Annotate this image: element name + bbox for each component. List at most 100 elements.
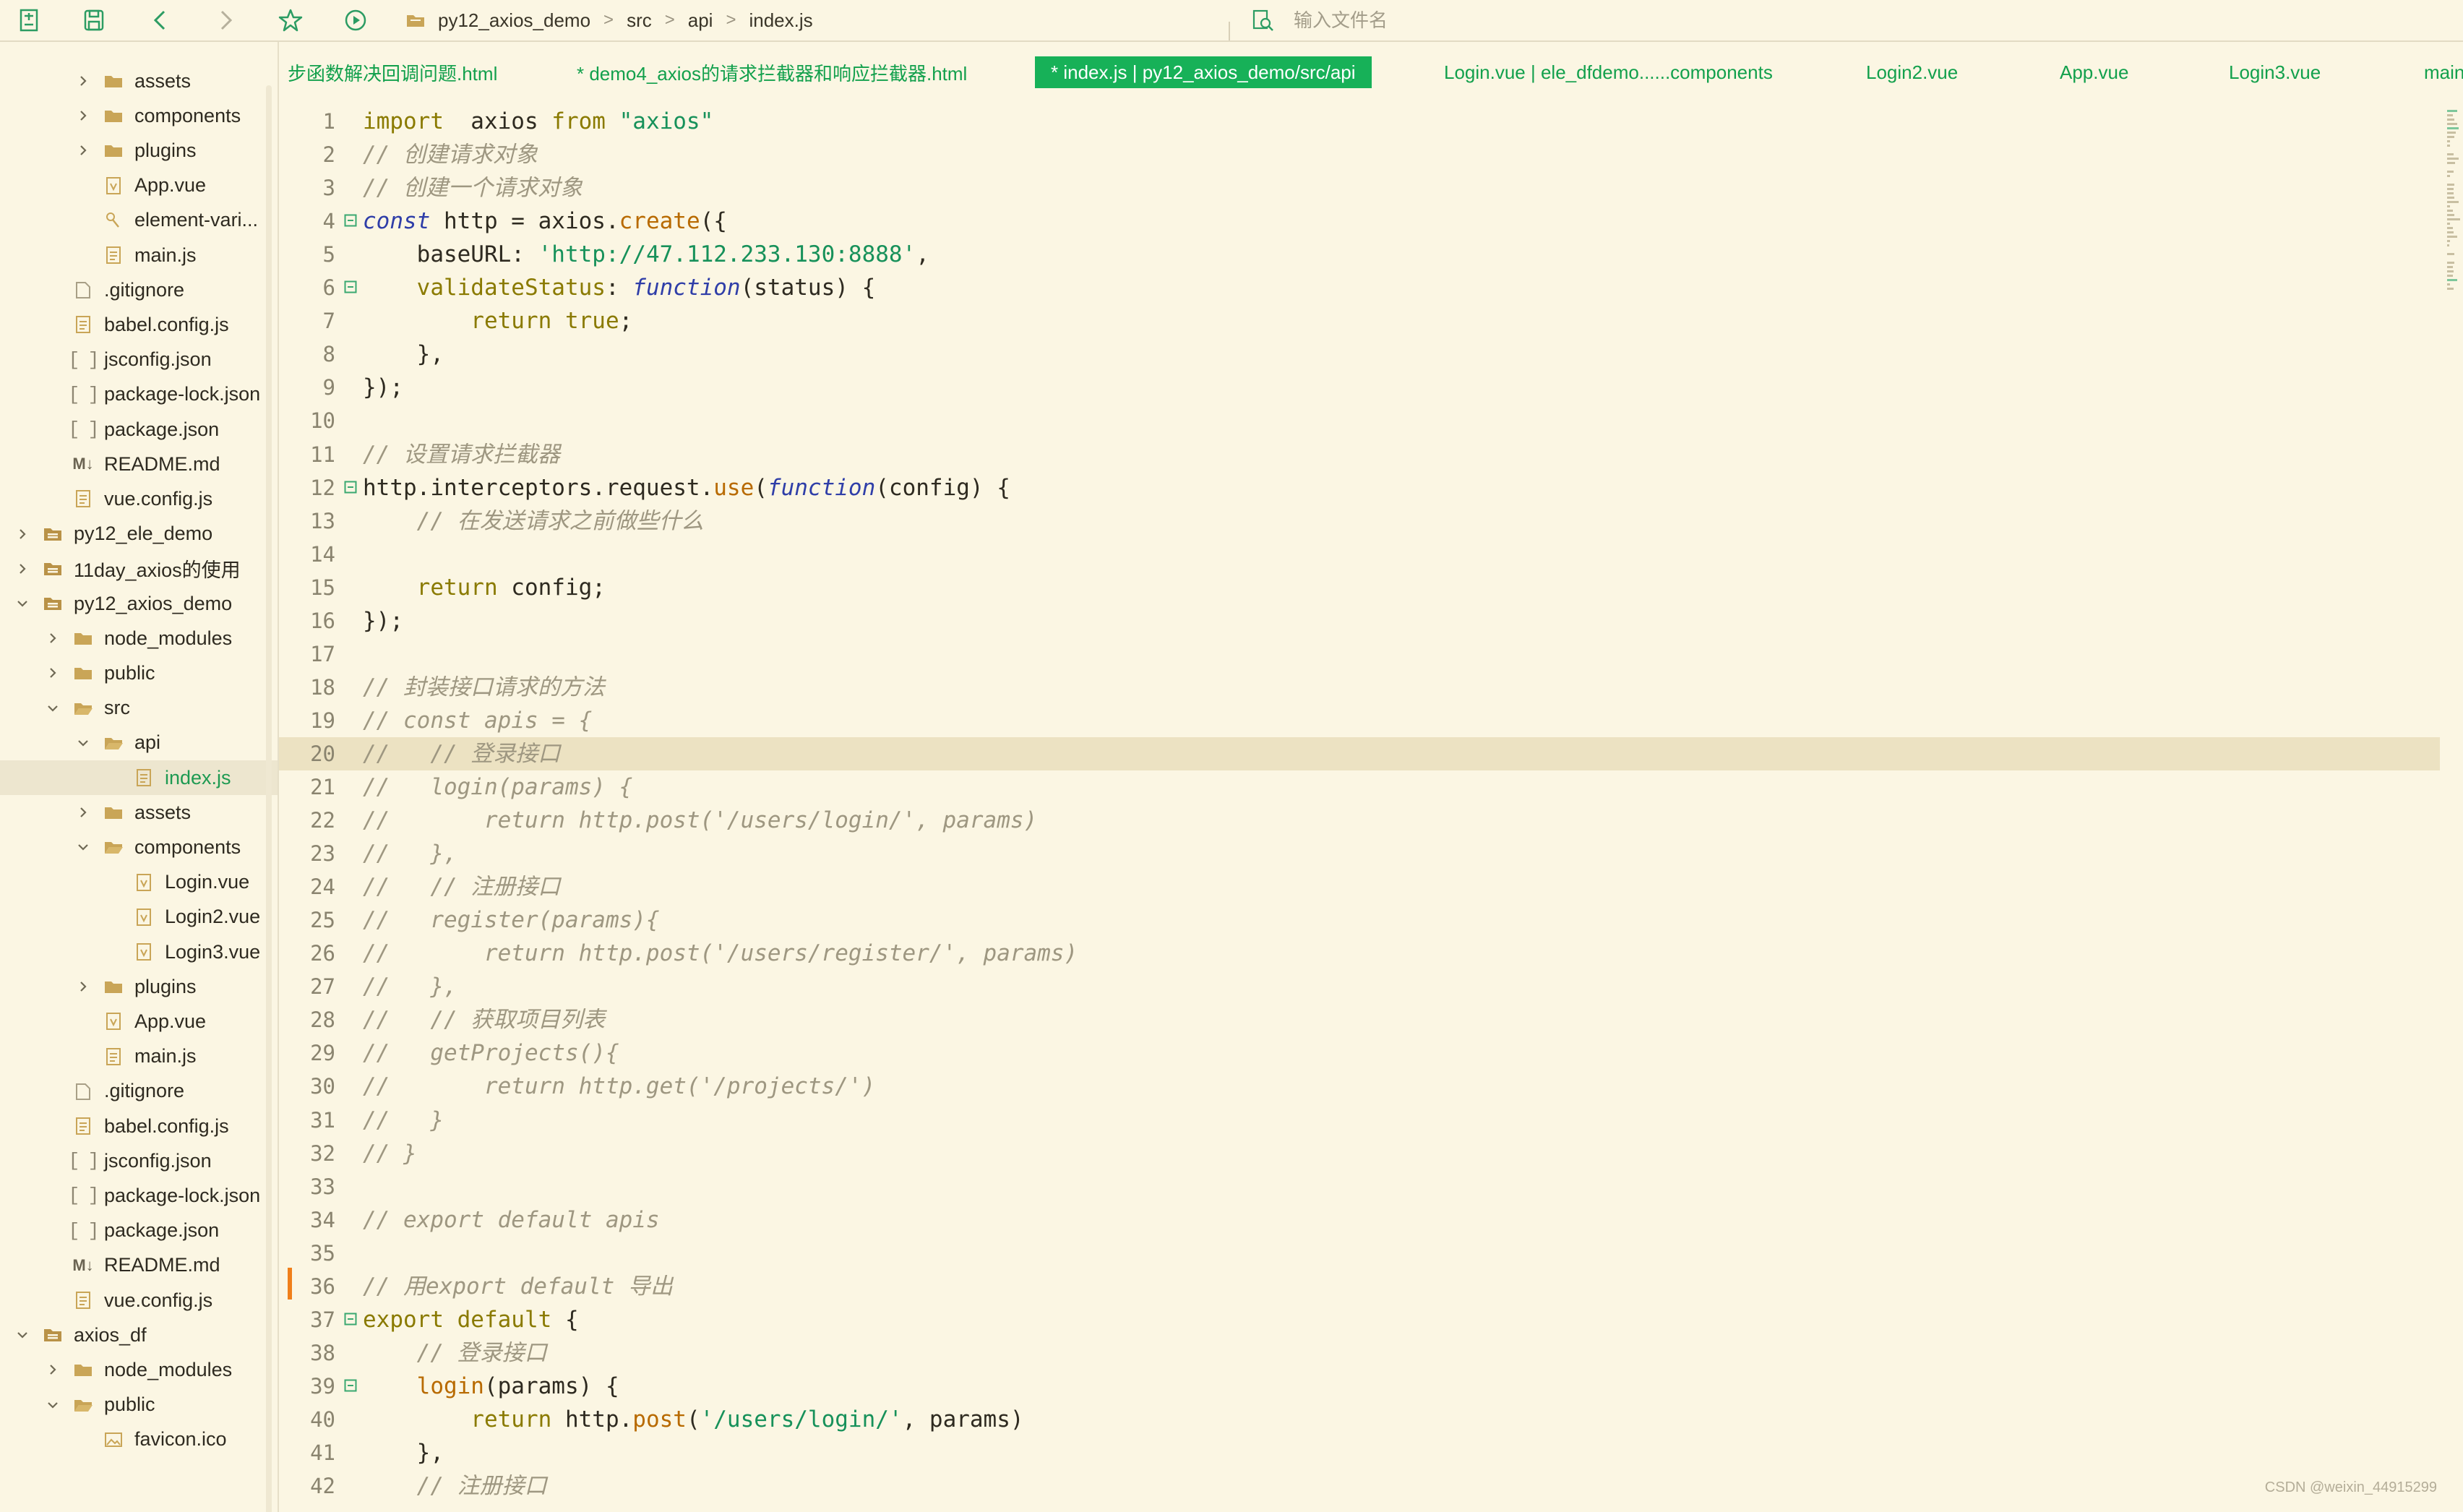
chevron-right-icon[interactable] [75,108,91,124]
tree-item[interactable]: favicon.ico [0,1422,278,1457]
tree-item[interactable]: components [0,830,278,864]
code-line[interactable]: 4 const http = axios.create({ [279,205,2440,238]
chevron-right-icon[interactable] [14,526,30,542]
tree-item[interactable]: src [0,691,278,726]
fold-toggle-icon[interactable] [344,1379,357,1392]
code-line[interactable]: 12 http.interceptors.request.use(function… [279,471,2440,504]
tab[interactable]: Login2.vue [1850,56,1974,88]
tab[interactable]: Login.vue | ele_dfdemo......components [1428,56,1789,88]
chevron-right-icon[interactable] [75,979,91,995]
code-line[interactable]: 23 // }, [279,837,2440,870]
tree-item[interactable]: public [0,656,278,690]
code-line[interactable]: 42 // 注册接口 [279,1469,2440,1503]
fold-toggle-icon[interactable] [344,481,357,494]
code-line[interactable]: 37 export default { [279,1303,2440,1336]
chevron-down-icon[interactable] [14,596,30,611]
code-line[interactable]: 27 // }, [279,970,2440,1003]
code-line[interactable]: 9}); [279,371,2440,404]
tree-item[interactable]: node_modules [0,621,278,656]
code-line[interactable]: 29 // getProjects(){ [279,1036,2440,1070]
chevron-right-icon[interactable] [45,1362,61,1378]
tab[interactable]: 步函数解决回调问题.html [279,56,513,88]
code-line[interactable]: 13 // 在发送请求之前做些什么 [279,504,2440,538]
tree-item[interactable]: components [0,98,278,133]
tree-item[interactable]: [ ] jsconfig.json [0,1143,278,1178]
code-line[interactable]: 8 }, [279,338,2440,371]
tree-item[interactable]: index.js [0,760,278,795]
code-line[interactable]: 18 // 封装接口请求的方法 [279,671,2440,704]
sidebar-scrollbar[interactable] [266,85,272,1512]
tree-item[interactable]: App.vue [0,168,278,203]
chevron-right-icon[interactable] [14,561,30,577]
code-line[interactable]: 39 login(params) { [279,1370,2440,1403]
tree-item[interactable]: [ ] package-lock.json [0,1178,278,1213]
chevron-right-icon[interactable] [75,73,91,89]
code-line[interactable]: 3 // 创建一个请求对象 [279,171,2440,205]
tree-item[interactable]: Login.vue [0,865,278,900]
breadcrumb-item[interactable]: api [688,9,713,32]
tab[interactable]: main [2408,56,2463,88]
tree-item[interactable]: 11day_axios的使用 [0,551,278,586]
tree-item[interactable]: .gitignore [0,272,278,307]
code-line[interactable]: 14 [279,538,2440,571]
forward-icon[interactable] [211,6,240,35]
code-line[interactable]: 19 // const apis = { [279,704,2440,737]
tree-item[interactable]: [ ] package.json [0,412,278,447]
new-file-icon[interactable] [14,6,43,35]
code-line[interactable]: 6 validateStatus: function(status) { [279,271,2440,304]
code-line[interactable]: 1 import axios from "axios" [279,105,2440,138]
chevron-down-icon[interactable] [45,700,61,716]
code-line[interactable]: 24 // // 注册接口 [279,870,2440,903]
tree-item[interactable]: plugins [0,969,278,1004]
run-icon[interactable] [341,6,370,35]
tree-item[interactable]: vue.config.js [0,1283,278,1318]
tree-item[interactable]: App.vue [0,1004,278,1039]
code-line[interactable]: 21 // login(params) { [279,770,2440,804]
tab[interactable]: App.vue [2044,56,2144,88]
code-line[interactable]: 30 // return http.get('/projects/') [279,1070,2440,1103]
tree-item[interactable]: Login2.vue [0,900,278,935]
minimap[interactable] [2443,103,2463,1512]
tab[interactable]: Login3.vue [2213,56,2337,88]
tree-item[interactable]: element-vari... [0,203,278,238]
tree-item[interactable]: assets [0,64,278,98]
tree-item[interactable]: babel.config.js [0,307,278,342]
tree-item[interactable]: public [0,1388,278,1422]
fold-toggle-icon[interactable] [344,1313,357,1326]
code-line[interactable]: 38 // 登录接口 [279,1336,2440,1370]
tree-item[interactable]: .gitignore [0,1074,278,1109]
tree-item[interactable]: py12_ele_demo [0,517,278,551]
tree-item[interactable]: [ ] package-lock.json [0,377,278,412]
code-line[interactable]: 25 // register(params){ [279,903,2440,937]
tree-item[interactable]: main.js [0,238,278,272]
code-line[interactable]: 31 // } [279,1104,2440,1137]
tree-item[interactable]: axios_df [0,1318,278,1352]
code-line[interactable]: 41 }, [279,1436,2440,1469]
chevron-right-icon[interactable] [45,665,61,681]
code-line[interactable]: 17 [279,637,2440,671]
tree-item[interactable]: [ ] package.json [0,1214,278,1248]
code-line[interactable]: 15 return config; [279,571,2440,604]
fold-toggle-icon[interactable] [344,280,357,293]
tab-active[interactable]: * index.js | py12_axios_demo/src/api [1035,56,1372,88]
code-line[interactable]: 2 // 创建请求对象 [279,138,2440,171]
tree-item[interactable]: py12_axios_demo [0,586,278,621]
tab[interactable]: * demo4_axios的请求拦截器和响应拦截器.html [561,56,983,88]
breadcrumb-item[interactable]: py12_axios_demo [438,9,590,32]
tree-item[interactable]: vue.config.js [0,481,278,516]
tree-item[interactable]: [ ] jsconfig.json [0,343,278,377]
code-line[interactable]: 35 [279,1237,2440,1270]
fold-toggle-icon[interactable] [344,214,357,227]
code-line[interactable]: 26 // return http.post('/users/register/'… [279,937,2440,970]
back-icon[interactable] [146,6,175,35]
code-line[interactable]: 11 // 设置请求拦截器 [279,438,2440,471]
tree-item[interactable]: main.js [0,1039,278,1074]
tree-item[interactable]: M↓ README.md [0,447,278,481]
save-icon[interactable] [79,6,108,35]
tree-item[interactable]: api [0,726,278,760]
chevron-down-icon[interactable] [75,839,91,855]
code-line[interactable]: 22 // return http.post('/users/login/', p… [279,804,2440,837]
tree-item[interactable]: M↓ README.md [0,1248,278,1283]
code-line[interactable]: 32 // } [279,1137,2440,1170]
chevron-right-icon[interactable] [75,142,91,158]
